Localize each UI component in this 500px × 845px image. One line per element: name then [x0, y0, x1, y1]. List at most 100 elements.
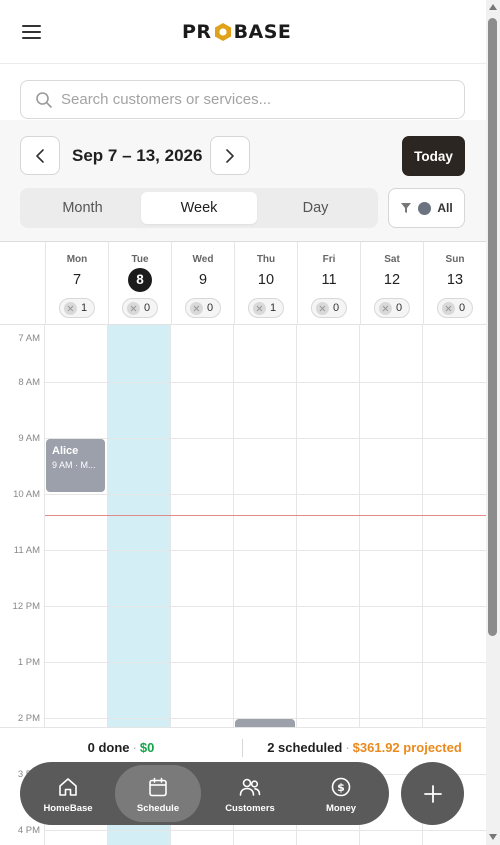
scheduled-count: 2 scheduled [267, 740, 343, 755]
logo-text-right: BASE [233, 21, 292, 43]
day-name: Mon [66, 254, 88, 265]
day-header-tue[interactable]: Tue 8 0 [108, 242, 171, 326]
chevron-left-icon [36, 148, 44, 163]
prev-week-button[interactable] [20, 136, 60, 175]
nav-money[interactable]: $ Money [298, 765, 384, 822]
x-circle-icon [126, 301, 140, 315]
svg-text:$: $ [337, 781, 345, 794]
scroll-up-arrow-icon [489, 4, 497, 10]
page-scrollbar[interactable] [486, 0, 500, 845]
day-header-mon[interactable]: Mon 7 1 [45, 242, 108, 326]
today-circle: 8 [128, 268, 152, 292]
add-button[interactable] [401, 762, 464, 825]
date-range-label: Sep 7 – 13, 2026 [72, 146, 203, 165]
day-name: Sat [384, 254, 400, 265]
day-count: 0 [395, 302, 403, 314]
summary-done: 0 done · $0 [87, 740, 155, 755]
scroll-down-arrow-icon [489, 834, 497, 840]
day-number: 7 [72, 272, 82, 288]
day-name: Fri [322, 254, 336, 265]
view-week-tab[interactable]: Week [141, 192, 257, 224]
hour-line [45, 830, 486, 831]
users-icon [239, 778, 261, 796]
calendar-icon [149, 777, 167, 797]
day-count-badge[interactable]: 1 [58, 298, 96, 318]
filter-funnel-icon [401, 203, 412, 213]
day-header-sun[interactable]: Sun 13 0 [423, 242, 486, 326]
day-name: Tue [131, 254, 149, 265]
hamburger-menu-icon[interactable] [22, 24, 42, 40]
x-circle-icon [315, 301, 329, 315]
x-circle-icon [252, 301, 266, 315]
filter-color-dot [418, 201, 432, 215]
x-circle-icon [63, 301, 77, 315]
logo-text-left: PR [182, 21, 212, 43]
day-count: 0 [332, 302, 340, 314]
day-count-badge[interactable]: 0 [310, 298, 348, 318]
filter-button[interactable]: All [388, 188, 465, 228]
day-count-badge[interactable]: 0 [373, 298, 411, 318]
x-circle-icon [189, 301, 203, 315]
plus-icon [423, 784, 442, 803]
time-label: 1 PM [17, 657, 40, 668]
time-label: 9 AM [18, 433, 40, 444]
day-header-fri[interactable]: Fri 11 0 [297, 242, 360, 326]
day-count-badge[interactable]: 0 [121, 298, 159, 318]
time-label: 2 PM [17, 713, 40, 724]
summary-scheduled: 2 scheduled · $361.92 projected [267, 740, 462, 755]
nav-label: Schedule [136, 803, 180, 814]
hour-line [45, 494, 486, 495]
x-circle-icon [378, 301, 392, 315]
appointment-time: 9 AM · M... [52, 460, 96, 470]
current-time-indicator [45, 515, 486, 516]
view-day-tab[interactable]: Day [257, 192, 374, 224]
day-count-badge[interactable]: 0 [184, 298, 222, 318]
hour-line [45, 438, 486, 439]
day-number: 9 [198, 272, 208, 288]
done-count: 0 done [87, 740, 130, 755]
hour-line [45, 550, 486, 551]
scrollbar-thumb[interactable] [488, 18, 497, 636]
time-label: 10 AM [13, 489, 40, 500]
appointment-customer: Alice [52, 445, 79, 457]
time-label: 12 PM [12, 601, 40, 612]
day-number-today: 8 [109, 268, 171, 292]
day-number: 10 [257, 272, 275, 288]
search-icon [36, 92, 52, 108]
appointment-card[interactable]: Alice 9 AM · M... [46, 439, 105, 492]
dollar-circle-icon: $ [331, 777, 351, 797]
today-button[interactable]: Today [402, 136, 465, 176]
day-count: 1 [80, 302, 88, 314]
nav-schedule[interactable]: Schedule [115, 765, 201, 822]
next-week-button[interactable] [210, 136, 250, 175]
day-count: 0 [458, 302, 466, 314]
day-count-badge[interactable]: 0 [436, 298, 474, 318]
x-circle-icon [441, 301, 455, 315]
probase-logo: PR BASE [182, 18, 291, 46]
nav-customers[interactable]: Customers [207, 765, 293, 822]
day-count: 0 [143, 302, 151, 314]
home-icon [59, 778, 77, 796]
hour-line [45, 606, 486, 607]
day-name: Wed [192, 254, 214, 265]
day-header-wed[interactable]: Wed 9 0 [171, 242, 234, 326]
view-month-tab[interactable]: Month [24, 192, 141, 224]
day-name: Sun [445, 254, 465, 265]
nav-homebase[interactable]: HomeBase [25, 765, 111, 822]
time-label: 8 AM [18, 377, 40, 388]
week-day-headers: Mon 7 1 Tue 8 0 Wed 9 0 Thu 10 1 Fri 11 … [0, 241, 486, 326]
nav-label: HomeBase [43, 803, 93, 814]
day-number: 12 [383, 272, 401, 288]
day-header-thu[interactable]: Thu 10 1 [234, 242, 297, 326]
done-amount: $0 [139, 740, 155, 755]
app-header: PR BASE [0, 0, 486, 64]
search-input[interactable] [61, 81, 456, 118]
day-header-sat[interactable]: Sat 12 0 [360, 242, 423, 326]
view-toggle: Month Week Day [20, 188, 378, 228]
hour-line [45, 382, 486, 383]
filter-label: All [437, 201, 453, 215]
time-label: 11 AM [13, 545, 40, 556]
time-label: 4 PM [17, 825, 40, 836]
nav-label: Money [325, 803, 357, 814]
day-count-badge[interactable]: 1 [247, 298, 285, 318]
